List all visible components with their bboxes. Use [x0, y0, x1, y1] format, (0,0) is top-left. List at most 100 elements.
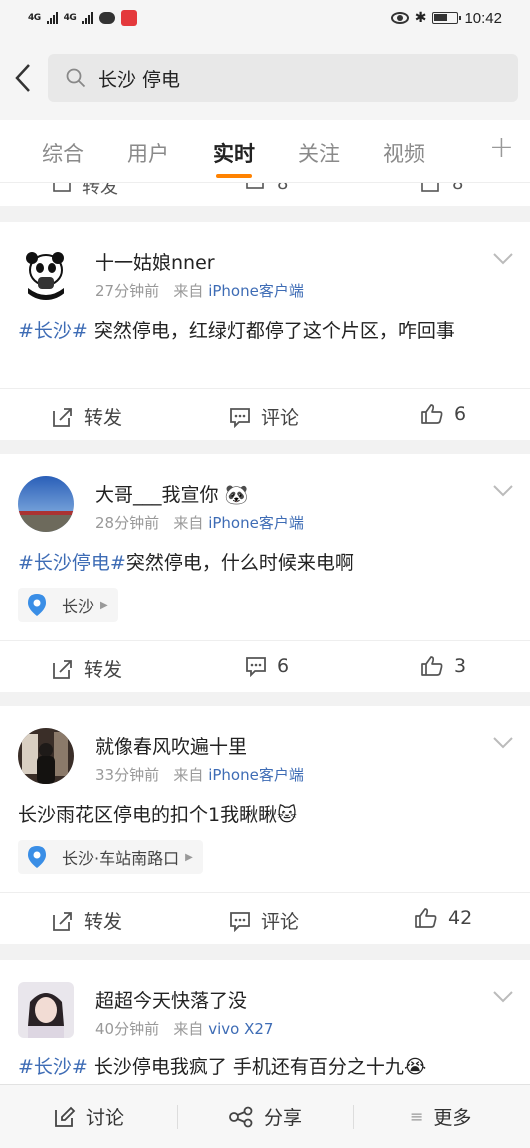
thumbs-up-icon: [421, 656, 443, 676]
share-button[interactable]: 分享: [228, 1103, 302, 1130]
tab-following[interactable]: 关注: [298, 138, 340, 168]
thumbs-up-icon: [415, 908, 437, 928]
network-label-1: 4G: [28, 13, 41, 23]
avatar-photo-image: [18, 728, 74, 784]
search-icon: [66, 68, 86, 88]
username[interactable]: 十一姑娘nner: [95, 248, 215, 275]
like-button[interactable]: 42: [414, 907, 472, 929]
post-time: 40分钟前: [95, 1020, 160, 1038]
post-body: 长沙雨花区停电的扣个1我瞅瞅: [18, 804, 278, 826]
tab-video[interactable]: 视频: [383, 138, 425, 168]
chevron-down-icon[interactable]: [492, 252, 514, 266]
bottom-action-bar: 讨论 分享 ≡ 更多: [0, 1084, 530, 1148]
repost-button[interactable]: 转发: [52, 907, 122, 934]
back-button[interactable]: [0, 48, 46, 108]
tab-users[interactable]: 用户: [127, 138, 169, 168]
post-card[interactable]: 就像春风吹遍十里 33分钟前 来自 iPhone客户端 长沙雨花区停电的扣个1我…: [0, 706, 530, 944]
repost-label: 转发: [82, 182, 118, 198]
comment-button[interactable]: 6: [245, 655, 289, 677]
repost-icon: [53, 659, 72, 679]
post-body: 突然停电，什么时候来电啊: [125, 552, 354, 574]
chevron-down-icon[interactable]: [492, 736, 514, 750]
battery-icon: [432, 12, 462, 24]
previous-like-button[interactable]: 8: [420, 183, 463, 194]
add-tab-icon[interactable]: +: [489, 130, 514, 165]
tab-general[interactable]: 综合: [42, 138, 84, 168]
signal-icon-2: [82, 12, 94, 24]
post-card[interactable]: 大哥___我宣你 🐼 28分钟前 来自 iPhone客户端 #长沙停电#突然停电…: [0, 454, 530, 692]
repost-icon: [53, 911, 72, 931]
more-button[interactable]: ≡ 更多: [410, 1103, 471, 1130]
like-count: 42: [448, 907, 473, 929]
previous-repost-button[interactable]: 转发: [52, 182, 118, 199]
username[interactable]: 就像春风吹遍十里: [95, 732, 247, 759]
discuss-button[interactable]: 讨论: [54, 1103, 124, 1130]
post-card[interactable]: 十一姑娘nner 27分钟前 来自 iPhone客户端 #长沙# 突然停电，红绿…: [0, 222, 530, 440]
comment-icon: [230, 407, 250, 428]
previous-post-actions: 转发 8 8: [0, 182, 530, 206]
panda-emoji-icon: 🐼: [224, 484, 249, 506]
post-actions: 转发 评论 42: [0, 892, 530, 944]
location-chip[interactable]: 长沙·车站南路口 ▶: [18, 840, 203, 874]
username[interactable]: 超超今天快落了没: [95, 986, 247, 1013]
message-icon: [99, 12, 116, 24]
share-label: 分享: [264, 1107, 303, 1129]
hashtag[interactable]: #长沙#: [18, 320, 88, 342]
post-actions: 转发 6 3: [0, 640, 530, 692]
chevron-right-icon: ▶: [100, 599, 108, 611]
source-prefix: 来自: [173, 282, 204, 300]
clock: 10:42: [464, 9, 502, 27]
edit-icon: [55, 1106, 76, 1127]
post-text: #长沙停电#突然停电，什么时候来电啊: [18, 548, 506, 578]
avatar[interactable]: [18, 244, 74, 300]
comment-button[interactable]: 评论: [229, 907, 299, 934]
hashtag[interactable]: #长沙#: [18, 1056, 88, 1078]
post-body: 长沙停电我疯了 手机还有百分之十九: [87, 1056, 404, 1078]
repost-icon: [53, 407, 72, 427]
post-source[interactable]: iPhone客户端: [208, 766, 304, 784]
tab-realtime[interactable]: 实时: [213, 138, 255, 168]
comment-icon: [230, 911, 250, 932]
location-label: 长沙: [62, 597, 95, 616]
post-source[interactable]: iPhone客户端: [208, 282, 304, 300]
repost-label: 转发: [84, 911, 123, 933]
comment-button[interactable]: 评论: [229, 403, 299, 430]
post-body: 突然停电，红绿灯都停了这个片区，咋回事: [87, 320, 455, 342]
post-source[interactable]: vivo X27: [208, 1020, 273, 1038]
divider: [177, 1105, 178, 1129]
post-meta: 28分钟前 来自 iPhone客户端: [95, 512, 304, 533]
previous-comment-button[interactable]: 8: [245, 183, 288, 194]
like-button[interactable]: 6: [420, 403, 466, 425]
like-icon: [421, 183, 439, 192]
chevron-down-icon[interactable]: [492, 484, 514, 498]
post-text: #长沙# 长沙停电我疯了 手机还有百分之十九😭: [18, 1052, 520, 1082]
repost-label: 转发: [84, 659, 123, 681]
menu-icon: ≡: [410, 1107, 424, 1126]
avatar[interactable]: [18, 728, 74, 784]
post-card[interactable]: 超超今天快落了没 40分钟前 来自 vivo X27 #长沙# 长沙停电我疯了 …: [0, 960, 530, 1084]
username[interactable]: 大哥___我宣你 🐼: [95, 480, 248, 507]
post-source[interactable]: iPhone客户端: [208, 514, 304, 532]
chevron-left-icon: [15, 64, 30, 92]
more-label: 更多: [433, 1107, 472, 1129]
chevron-down-icon[interactable]: [492, 990, 514, 1004]
discuss-label: 讨论: [86, 1107, 125, 1129]
repost-button[interactable]: 转发: [52, 655, 122, 682]
location-chip[interactable]: 长沙 ▶: [18, 588, 118, 622]
status-bar: 4G 4G ✱ 10:42: [0, 0, 530, 36]
avatar-girl-image: [18, 982, 74, 1038]
source-prefix: 来自: [173, 1020, 204, 1038]
avatar[interactable]: [18, 476, 74, 532]
search-header: 长沙 停电: [0, 36, 530, 120]
search-input[interactable]: 长沙 停电: [48, 54, 518, 102]
hashtag[interactable]: #长沙停电#: [18, 552, 126, 574]
tab-bar: 综合 用户 实时 关注 视频 +: [0, 120, 530, 182]
share-icon: [229, 1106, 253, 1127]
like-button[interactable]: 3: [420, 655, 466, 677]
post-time: 33分钟前: [95, 766, 160, 784]
divider: [353, 1105, 354, 1129]
crying-emoji-icon: 😭: [403, 1056, 427, 1078]
avatar[interactable]: [18, 982, 74, 1038]
location-label: 长沙·车站南路口: [62, 849, 180, 868]
repost-button[interactable]: 转发: [52, 403, 122, 430]
